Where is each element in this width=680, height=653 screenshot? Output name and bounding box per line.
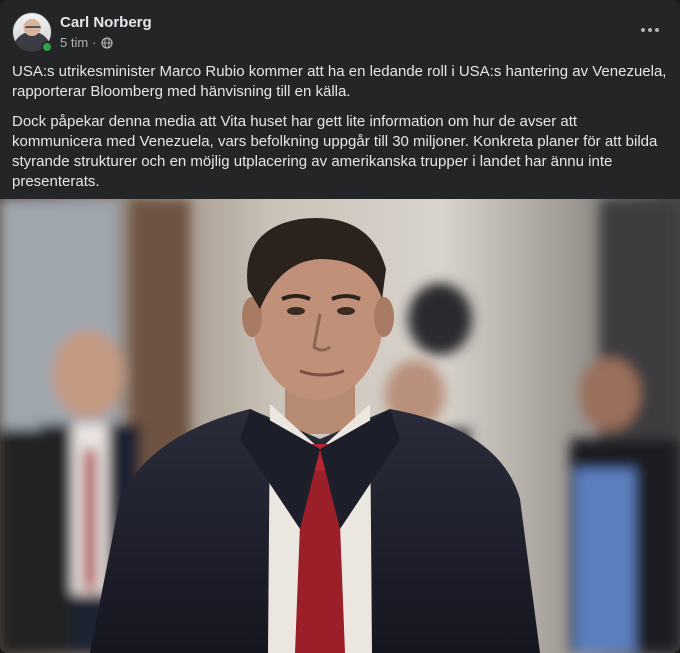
post-photo[interactable] [0, 199, 680, 653]
post-time[interactable]: 5 tim [60, 35, 88, 50]
online-status-indicator [41, 41, 53, 53]
post-meta: 5 tim · [60, 35, 113, 50]
meta-separator: · [92, 35, 97, 50]
more-options-button[interactable] [636, 16, 664, 44]
avatar-glasses [25, 26, 41, 30]
post-paragraph-1: USA:s utrikesminister Marco Rubio kommer… [12, 63, 667, 100]
post-paragraph-2: Dock påpekar denna media att Vita huset … [12, 113, 658, 190]
globe-icon [100, 36, 113, 49]
more-horizontal-icon [641, 28, 659, 32]
photo-illustration [0, 199, 680, 653]
author-name[interactable]: Carl Norberg [60, 14, 152, 31]
post-header: Carl Norberg 5 tim · [12, 12, 668, 54]
post-card: Carl Norberg 5 tim · USA:s utrikesminist… [0, 0, 680, 653]
post-text: USA:s utrikesminister Marco Rubio kommer… [12, 62, 668, 202]
